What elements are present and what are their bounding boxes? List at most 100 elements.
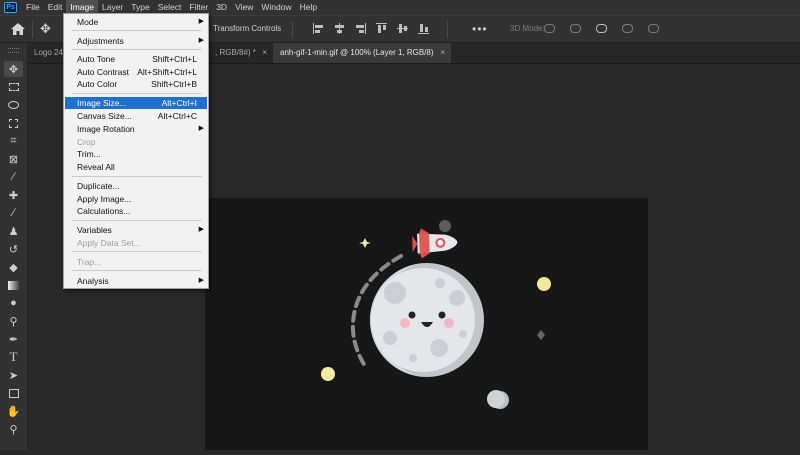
sparkle-star [359,238,371,248]
menu-item-reveal-all[interactable]: Reveal All [65,161,207,173]
align-vcenter-icon[interactable] [397,23,408,34]
menu-item-image-size[interactable]: Image Size... Alt+Ctrl+I [65,97,207,109]
menu-item-label: Auto Tone [77,54,116,64]
dodge-tool-icon[interactable]: ⚲ [4,313,23,329]
3d-pan-icon[interactable] [596,24,607,33]
blur-tool-icon[interactable]: ● [4,295,23,311]
menu-item-label: Auto Contrast [77,67,129,77]
menu-item-label: Canvas Size... [77,111,132,121]
menu-item-label: Image Size... [77,98,127,108]
crop-tool-icon[interactable]: ⌗ [4,133,23,149]
3d-scale-icon[interactable] [648,24,659,33]
menu-separator [72,176,202,177]
menu-item-adjustments[interactable]: Adjustments ▶ [65,35,207,47]
menu-item-auto-color[interactable]: Auto Color Shift+Ctrl+B [65,78,207,90]
3d-roll-icon[interactable] [570,24,581,33]
menu-item-label: Analysis [77,276,109,286]
align-right-icon[interactable] [355,23,366,34]
tab-logo[interactable]: Logo 24 [27,43,65,63]
path-select-tool-icon[interactable]: ➤ [4,367,23,383]
transform-controls-label[interactable]: Transform Controls [213,24,281,33]
type-tool-icon[interactable]: T [4,349,23,365]
healing-brush-tool-icon[interactable]: ✚ [4,187,23,203]
menu-item-apply-image[interactable]: Apply Image... [65,193,207,205]
menu-item-variables[interactable]: Variables ▶ [65,224,207,236]
object-select-tool-icon[interactable] [4,115,23,131]
pen-tool-icon[interactable]: ✒ [4,331,23,347]
menu-item-shortcut: Alt+Shift+Ctrl+L [137,67,197,77]
menu-separator [72,49,202,50]
options-divider [32,21,33,38]
hand-tool-icon[interactable]: ✋ [4,403,23,419]
gradient-tool-icon[interactable] [4,277,23,293]
menu-item-shortcut: Shift+Ctrl+L [152,54,197,64]
menu-item-label: Duplicate... [77,181,120,191]
menu-item-mode[interactable]: Mode ▶ [65,16,207,28]
more-options-icon[interactable]: ••• [472,22,488,36]
menu-item-label: Image Rotation [77,124,135,134]
tools-panel: ✥ ⌗ ⊠ ⁄ ✚ ∕ ♟ ↺ ◆ ● ⚲ ✒ T ➤ ✋ ⚲ [0,43,28,450]
moon-eye-left [408,311,416,319]
menu-file[interactable]: File [22,0,44,15]
lasso-tool-icon[interactable] [4,97,23,113]
menu-window[interactable]: Window [257,0,295,15]
menu-help[interactable]: Help [296,0,321,15]
menu-view[interactable]: View [231,0,257,15]
document-canvas[interactable] [205,198,648,450]
menu-item-crop: Crop [65,136,207,148]
menu-separator [72,220,202,221]
moon-cheek-right [444,318,454,328]
brush-tool-icon[interactable]: ∕ [4,205,23,221]
home-icon[interactable] [10,22,26,36]
menu-item-trim[interactable]: Trim... [65,148,207,160]
menu-item-label: Auto Color [77,79,118,89]
menu-item-auto-tone[interactable]: Auto Tone Shift+Ctrl+L [65,53,207,65]
options-divider [447,21,448,38]
menu-item-calculations[interactable]: Calculations... [65,205,207,217]
tab-second-document[interactable]: , RGB/8#) * × [207,43,273,63]
menu-item-label: Mode [77,17,99,27]
align-left-icon[interactable] [313,23,324,34]
moon-rocket-illustration [321,220,551,409]
rectangle-tool-icon[interactable] [4,385,23,401]
menu-3d[interactable]: 3D [212,0,231,15]
menu-item-image-rotation[interactable]: Image Rotation ▶ [65,123,207,135]
3d-slide-icon[interactable] [622,24,633,33]
history-brush-tool-icon[interactable]: ↺ [4,241,23,257]
planet-dot-gray [439,220,451,232]
menu-item-duplicate[interactable]: Duplicate... [65,180,207,192]
tab-active-document[interactable]: anh-gif-1-min.gif @ 100% (Layer 1, RGB/8… [273,43,451,63]
marquee-tool-icon[interactable] [4,79,23,95]
moon-character [369,263,484,377]
align-bottom-icon[interactable] [418,23,429,34]
move-tool-icon[interactable]: ✥ [4,61,23,77]
eyedropper-tool-icon[interactable]: ⁄ [4,169,23,185]
menu-item-analysis[interactable]: Analysis ▶ [65,275,207,287]
menu-item-auto-contrast[interactable]: Auto Contrast Alt+Shift+Ctrl+L [65,66,207,78]
submenu-arrow-icon: ▶ [198,277,204,284]
tab-close-icon[interactable]: × [262,43,267,63]
panel-grip[interactable] [8,48,19,53]
tab-close-icon[interactable]: × [440,43,445,63]
zoom-tool-icon[interactable]: ⚲ [4,421,23,437]
menu-item-shortcut: Shift+Ctrl+B [151,79,197,89]
menu-separator [72,251,202,252]
menu-item-label: Adjustments [77,36,124,46]
align-top-icon[interactable] [376,23,387,34]
tab-label: Logo 24 [34,48,63,57]
menu-item-shortcut: Alt+Ctrl+I [161,98,197,108]
menu-item-label: Trim... [77,149,101,159]
eraser-tool-icon[interactable]: ◆ [4,259,23,275]
sparkle-diamond [537,330,545,340]
clone-stamp-tool-icon[interactable]: ♟ [4,223,23,239]
menu-item-label: Apply Data Set... [77,238,141,248]
align-hcenter-icon[interactable] [334,23,345,34]
move-icon[interactable]: ✥ [40,21,51,37]
menu-item-canvas-size[interactable]: Canvas Size... Alt+Ctrl+C [65,110,207,122]
menu-item-trap: Trap... [65,256,207,268]
3d-orbit-icon[interactable] [544,24,555,33]
menu-item-label: Calculations... [77,206,131,216]
submenu-arrow-icon: ▶ [198,226,204,233]
image-menu-dropdown: Mode ▶ Adjustments ▶ Auto Tone Shift+Ctr… [63,13,209,289]
frame-tool-icon[interactable]: ⊠ [4,151,23,167]
